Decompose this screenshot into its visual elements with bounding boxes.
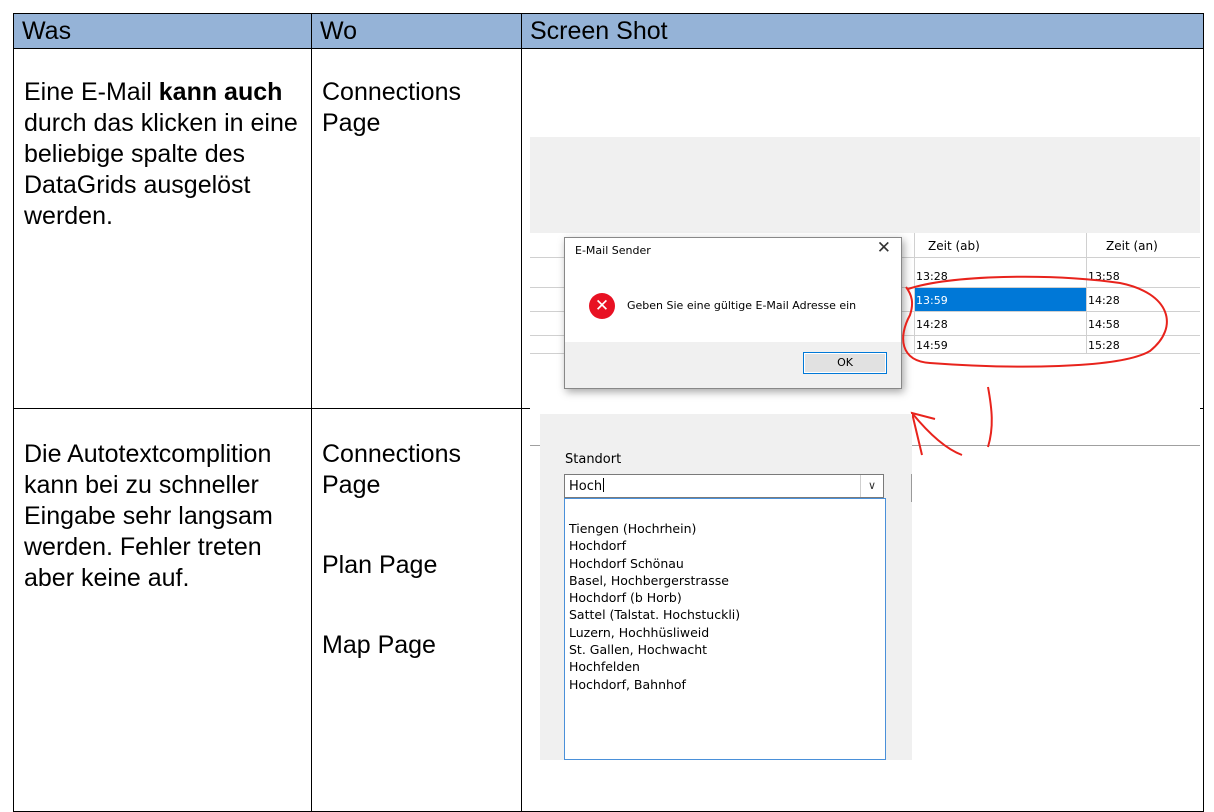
cell-wo: Connections Page: [311, 48, 522, 409]
cell-screen-shot: Standort Hoch ∨ Tiengen (Hochrhein) Hoch…: [521, 408, 1204, 812]
wo-location: Connections Page: [322, 78, 461, 137]
cell-was: Die Autotextcomplition kann bei zu schne…: [13, 408, 312, 812]
was-text-emphasis: kann auch: [158, 78, 283, 106]
list-item[interactable]: Basel, Hochbergerstrasse: [565, 572, 885, 589]
header-wo: Wo: [311, 13, 522, 49]
standort-combobox[interactable]: Hoch ∨: [564, 474, 884, 498]
list-item[interactable]: Hochdorf: [565, 537, 885, 554]
header-was: Was: [13, 13, 312, 49]
cell-wo: Connections Page Plan Page Map Page: [311, 408, 522, 812]
chevron-down-icon[interactable]: ∨: [860, 475, 883, 497]
document-table: Was Wo Screen Shot Eine E-Mail kann auch…: [13, 13, 1204, 812]
autocomplete-suggestion-list: Tiengen (Hochrhein) Hochdorf Hochdorf Sc…: [564, 498, 886, 760]
wo-location: Plan Page: [322, 551, 438, 579]
list-item[interactable]: Hochdorf (b Horb): [565, 589, 885, 606]
screenshot-autocomplete: Standort Hoch ∨ Tiengen (Hochrhein) Hoch…: [540, 414, 920, 760]
list-item[interactable]: St. Gallen, Hochwacht: [565, 641, 885, 658]
list-item[interactable]: Hochfelden: [565, 658, 885, 675]
text-caret: [603, 478, 605, 492]
list-item[interactable]: Luzern, Hochhüsliweid: [565, 624, 885, 641]
screenshot-email-error: Zeit (ab) Zeit (an) 13:28 13:58 13:59 14…: [530, 137, 1200, 456]
was-text: Die Autotextcomplition kann bei zu schne…: [24, 440, 273, 592]
was-text-end: durch das klicken in eine beliebige spal…: [24, 109, 298, 230]
table-row: Eine E-Mail kann auch durch das klicken …: [13, 48, 1204, 456]
table-header-row: Was Wo Screen Shot: [13, 13, 1204, 49]
list-item[interactable]: Hochdorf, Bahnhof: [565, 676, 885, 693]
cell-screen-shot: Zeit (ab) Zeit (an) 13:28 13:58 13:59 14…: [521, 48, 1204, 456]
header-screen-shot: Screen Shot: [521, 13, 1204, 49]
standort-label: Standort: [565, 452, 622, 467]
list-item[interactable]: Hochdorf Schönau: [565, 555, 885, 572]
table-row: Die Autotextcomplition kann bei zu schne…: [13, 408, 1204, 812]
was-text-start: Eine E-Mail: [24, 78, 159, 106]
wo-location: Connections Page: [322, 440, 461, 499]
cell-was: Eine E-Mail kann auch durch das klicken …: [13, 48, 312, 409]
list-item[interactable]: Tiengen (Hochrhein): [565, 520, 885, 537]
list-item[interactable]: Sattel (Talstat. Hochstuckli): [565, 606, 885, 623]
wo-location: Map Page: [322, 631, 436, 659]
standort-input-value: Hoch: [569, 479, 603, 494]
